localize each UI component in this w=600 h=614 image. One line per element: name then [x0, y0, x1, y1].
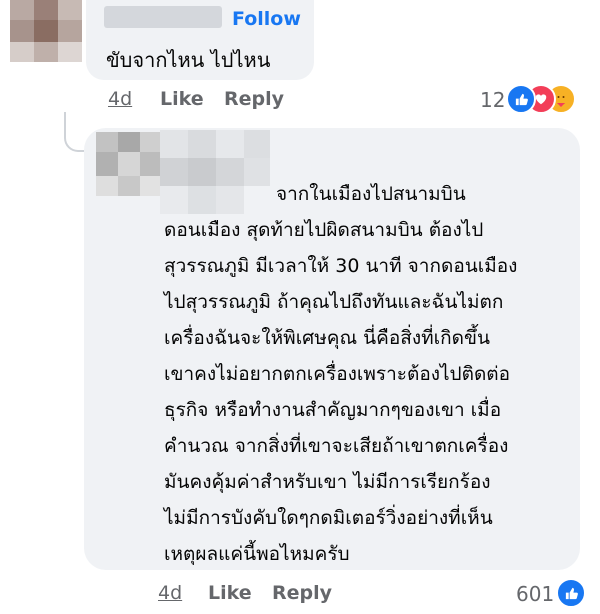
reactions-summary[interactable]	[506, 84, 586, 114]
reply-text-line: ไม่มีการบังคับใดๆกดมิเตอร์วิ่งอย่างที่เห…	[164, 507, 493, 529]
commenter-name-blurred[interactable]	[104, 6, 222, 28]
reply-timestamp[interactable]: 4d	[158, 582, 182, 604]
reply-text-line: มันคงคุ้มค่าสำหรับเขา ไม่มีการเรียกร้อง	[164, 471, 491, 493]
reply-text-line: จากในเมืองไปสนามบิน	[276, 183, 466, 205]
reply-text-line: คำนวณ จากสิ่งที่เขาจะเสียถ้าเขาตกเครื่อง	[164, 435, 509, 457]
follow-button[interactable]: Follow	[232, 8, 301, 30]
reply-button[interactable]: Reply	[224, 88, 284, 110]
comment-timestamp[interactable]: 4d	[108, 88, 132, 110]
reply-text-line: เหตุผลแค่นี้พอไหมครับ	[164, 543, 350, 565]
reply-text-line: ดอนเมือง สุดท้ายไปผิดสนามบิน ต้องไป	[164, 219, 484, 241]
like-icon	[506, 84, 536, 114]
comment-text: ขับจากไหน ไปไหน	[106, 48, 271, 72]
reply-commenter-name-blurred[interactable]	[160, 130, 270, 214]
reply-commenter-avatar-blurred[interactable]	[96, 132, 162, 196]
like-button[interactable]: Like	[160, 88, 204, 110]
reply-text-line: เขาคงไม่อยากตกเครื่องเพราะต้องไปติดต่อ	[164, 363, 511, 385]
commenter-avatar-blurred[interactable]	[10, 0, 82, 62]
like-icon[interactable]	[556, 578, 586, 608]
reply-like-button[interactable]: Like	[208, 582, 252, 604]
reply-text-line: เครื่องฉันจะให้พิเศษคุณ นี่คือสิ่งที่เกิ…	[164, 327, 490, 349]
reply-text-line: ไปสุวรรณภูมิ ถ้าคุณไปถึงทันและฉันไม่ตก	[164, 291, 504, 313]
reply-text-line: สุวรรณภูมิ มีเวลาให้ 30 นาที จากดอนเมือง	[164, 255, 518, 277]
reply-reply-button[interactable]: Reply	[272, 582, 332, 604]
reply-text-line: ธุรกิจ หรือทำงานสำคัญมากๆของเขา เมื่อ	[164, 399, 502, 421]
reaction-count[interactable]: 12	[480, 88, 505, 112]
reply-reaction-count[interactable]: 601	[516, 582, 554, 606]
